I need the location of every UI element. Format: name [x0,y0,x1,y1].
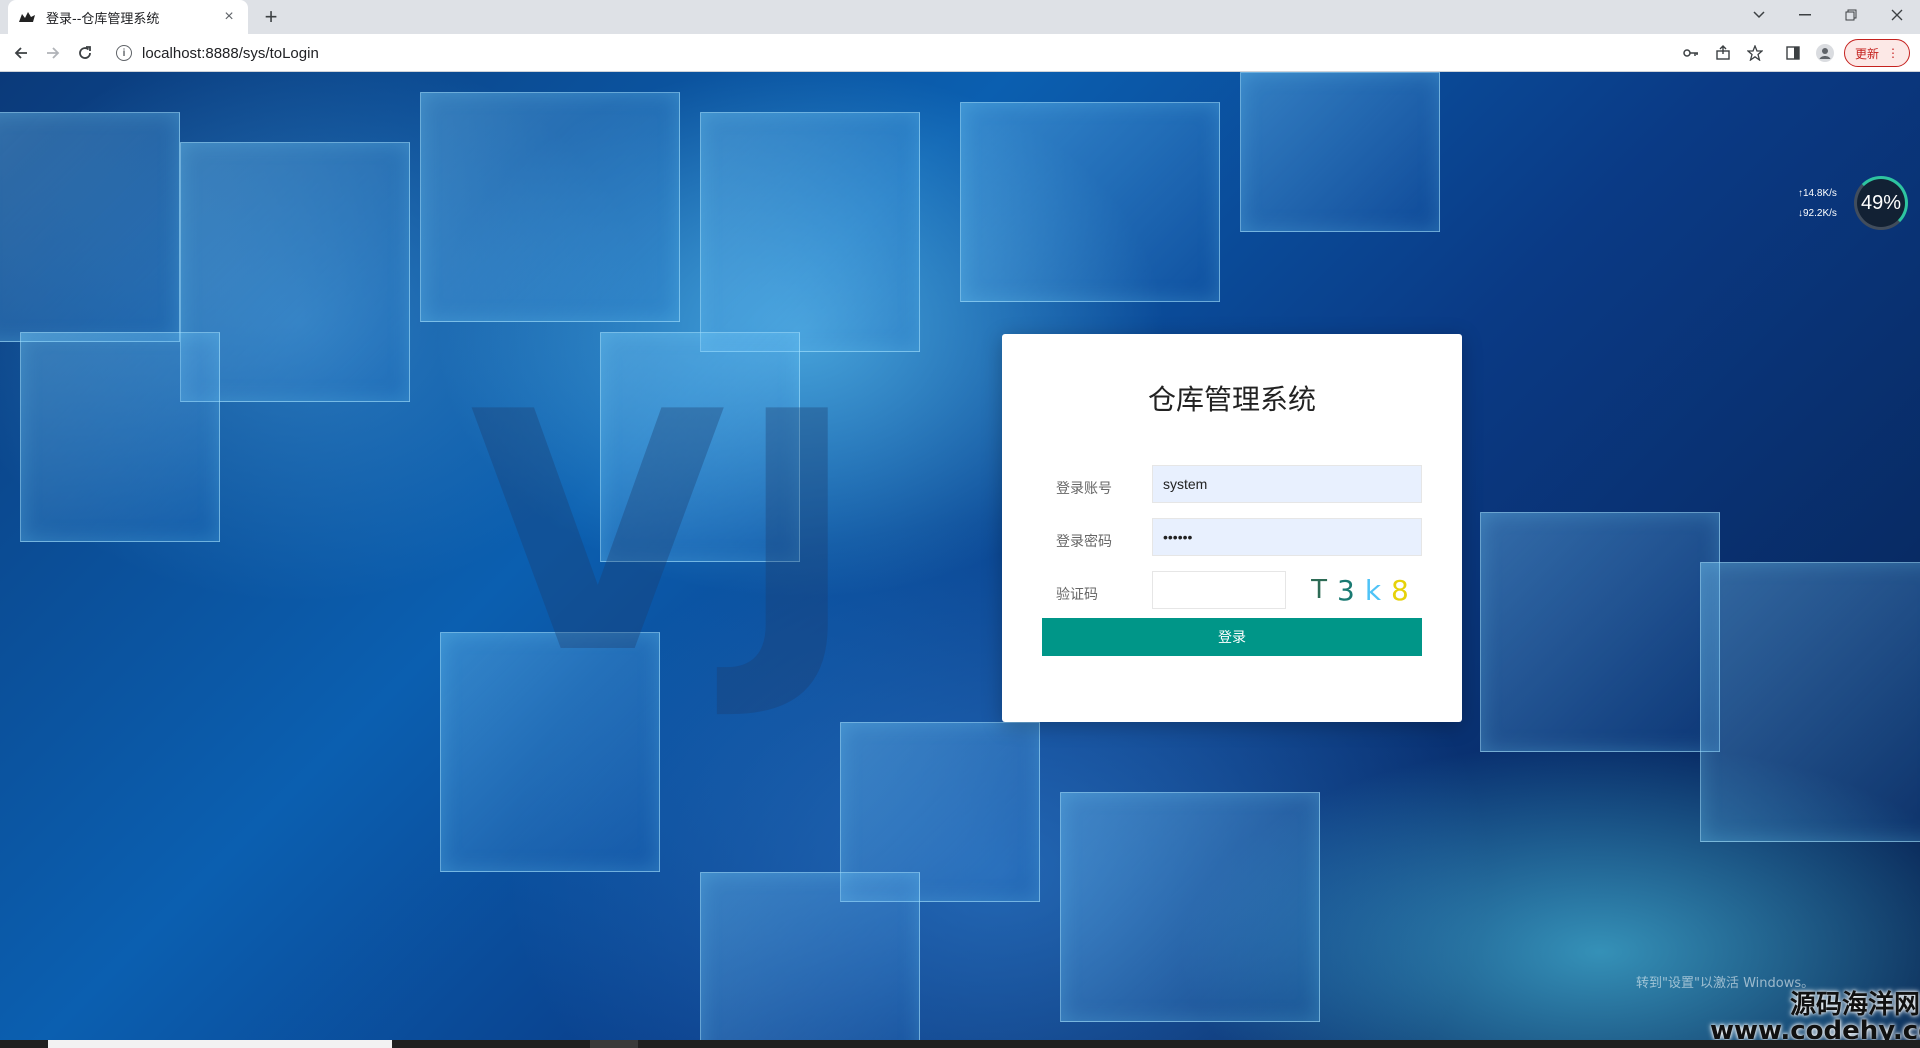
side-panel-icon[interactable] [1782,42,1804,64]
forward-icon[interactable] [40,40,66,66]
tab-search-icon[interactable] [1736,0,1782,30]
password-input[interactable] [1152,518,1422,556]
background-cube [960,102,1220,302]
background-cube [1060,792,1320,1022]
login-card: 仓库管理系统 登录账号 登录密码 验证码 T 3 k 8 登录 [1002,334,1462,722]
address-bar[interactable]: i localhost:8888/sys/toLogin [106,38,1666,68]
background-cube [1700,562,1920,842]
favicon-icon [18,8,36,26]
captcha-char: k [1364,573,1382,607]
account-label: 登录账号 [1056,481,1112,497]
login-button[interactable]: 登录 [1042,618,1422,656]
captcha-label: 验证码 [1056,587,1098,603]
background-cube [700,872,920,1040]
site-watermark: 源码海洋网 www.codehy.com [1710,992,1920,1040]
new-tab-button[interactable]: + [258,4,284,30]
background-cube [700,112,920,352]
background-watermark-letters: VJ [470,342,869,726]
restore-icon[interactable] [1828,0,1874,30]
memory-usage-gauge: 49% [1854,176,1908,230]
windows-activation-hint: 转到"设置"以激活 Windows。 [1636,976,1815,991]
menu-dots-icon: ⋮ [1887,46,1899,60]
captcha-char: 8 [1391,573,1409,607]
minimize-icon[interactable] [1782,0,1828,30]
back-icon[interactable] [8,40,34,66]
page-title: 仓库管理系统 [1147,383,1316,416]
taskbar-item[interactable] [590,1040,638,1048]
reload-icon[interactable] [72,40,98,66]
account-input[interactable] [1152,465,1422,503]
captcha-input[interactable] [1152,571,1286,609]
address-url: localhost:8888/sys/toLogin [142,44,319,62]
browser-tabstrip: 登录--仓库管理系统 × + [0,0,1920,34]
password-label: 登录密码 [1056,534,1112,550]
site-info-icon[interactable]: i [116,45,132,61]
taskbar [0,1040,1920,1048]
upload-rate: ↑14.8K/s [1798,188,1837,199]
update-button[interactable]: 更新 ⋮ [1844,39,1910,67]
close-window-icon[interactable] [1874,0,1920,30]
site-watermark-url: www.codehy.com [1710,1016,1920,1040]
captcha-char: 3 [1337,573,1355,607]
page-background: VJ ↑14.8K/s ↓92.2K/s 49% 转到"设置"以激活 Windo… [0,72,1920,1040]
download-rate: ↓92.2K/s [1798,208,1837,219]
browser-toolbar: i localhost:8888/sys/toLogin 更新 ⋮ [0,34,1920,72]
profile-avatar-icon[interactable] [1814,42,1836,64]
network-speed-widget[interactable]: ↑14.8K/s ↓92.2K/s 49% [1798,176,1914,230]
key-icon[interactable] [1680,42,1702,64]
background-cube [20,332,220,542]
bookmark-star-icon[interactable] [1744,42,1766,64]
captcha-char: T [1311,575,1327,605]
browser-tab[interactable]: 登录--仓库管理系统 × [8,0,248,34]
tab-close-icon[interactable]: × [220,8,238,26]
background-cube [420,92,680,322]
update-label: 更新 [1854,46,1879,61]
site-watermark-name: 源码海洋网 [1789,990,1920,1020]
background-cube [1240,72,1440,232]
background-cube [0,112,180,342]
taskbar-preview[interactable] [48,1040,392,1048]
share-icon[interactable] [1712,42,1734,64]
background-cube [1480,512,1720,752]
network-rates: ↑14.8K/s ↓92.2K/s [1798,184,1837,224]
captcha-image[interactable]: T 3 k 8 [1298,571,1422,609]
tab-title: 登录--仓库管理系统 [46,11,160,27]
